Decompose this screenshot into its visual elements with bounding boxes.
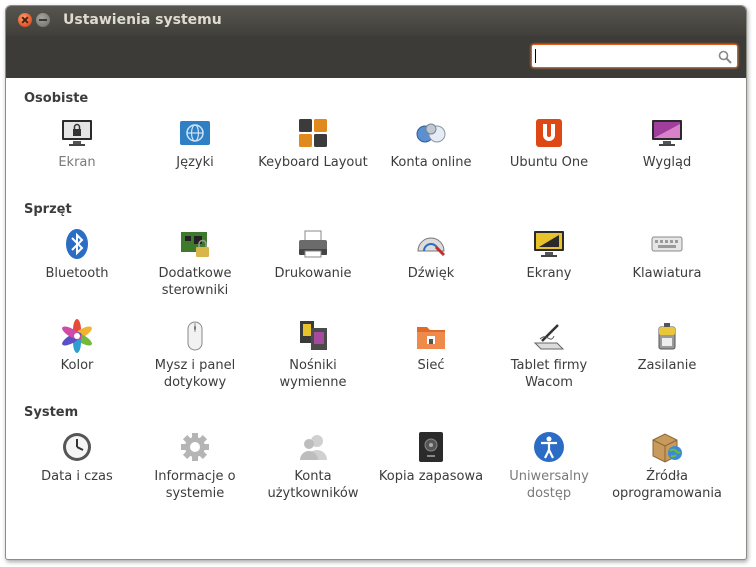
appearance-icon xyxy=(650,116,684,150)
settings-item-label: Bluetooth xyxy=(45,266,109,281)
keyboard-layout-icon xyxy=(296,116,330,150)
minimize-window-button[interactable] xyxy=(36,13,50,27)
window-title: Ustawienia systemu xyxy=(63,12,222,28)
software-sources-icon xyxy=(650,430,684,464)
settings-item-ekrany[interactable]: Ekrany xyxy=(490,227,608,282)
settings-item-label: Wygląd xyxy=(642,155,692,170)
settings-item-label: Nośniki wymienne xyxy=(279,358,347,390)
language-globe-icon xyxy=(178,116,212,150)
printer-icon xyxy=(296,227,330,261)
settings-item-ekran[interactable]: Ekran xyxy=(18,116,136,171)
settings-item-uniwersalny-dostep[interactable]: Uniwersalny dostęp xyxy=(490,430,608,502)
settings-item-label: Konta online xyxy=(390,155,472,170)
settings-item-nosniki[interactable]: Nośniki wymienne xyxy=(254,319,372,391)
settings-item-label: Klawiatura xyxy=(632,266,702,281)
settings-item-label: Drukowanie xyxy=(274,266,352,281)
settings-item-label: Data i czas xyxy=(41,469,113,484)
settings-item-label: Ekran xyxy=(58,155,96,170)
color-icon xyxy=(60,319,94,353)
search-icon xyxy=(718,49,732,64)
settings-item-ubuntu-one[interactable]: Ubuntu One xyxy=(490,116,608,171)
settings-item-label: Uniwersalny dostęp xyxy=(509,469,589,501)
backup-safe-icon xyxy=(414,430,448,464)
settings-item-label: Sieć xyxy=(417,358,445,373)
settings-item-mysz[interactable]: Mysz i panel dotykowy xyxy=(136,319,254,391)
settings-item-bluetooth[interactable]: Bluetooth xyxy=(18,227,136,282)
settings-item-drukowanie[interactable]: Drukowanie xyxy=(254,227,372,282)
settings-item-zasilanie[interactable]: Zasilanie xyxy=(608,319,726,374)
settings-item-label: Keyboard Layout xyxy=(258,155,368,170)
sound-icon xyxy=(414,227,448,261)
accessibility-icon xyxy=(532,430,566,464)
settings-item-label: Ekrany xyxy=(526,266,572,281)
screen-lock-icon xyxy=(60,116,94,150)
settings-item-wyglad[interactable]: Wygląd xyxy=(608,116,726,171)
power-icon xyxy=(650,319,684,353)
wacom-tablet-icon xyxy=(532,319,566,353)
settings-item-label: Mysz i panel dotykowy xyxy=(154,358,236,390)
network-icon xyxy=(414,319,448,353)
text-cursor xyxy=(535,49,536,63)
settings-item-label: Tablet firmy Wacom xyxy=(510,358,588,390)
search-input[interactable] xyxy=(531,44,738,68)
settings-item-siec[interactable]: Sieć xyxy=(372,319,490,374)
settings-item-klawiatura[interactable]: Klawiatura xyxy=(608,227,726,282)
removable-media-icon xyxy=(296,319,330,353)
settings-item-keyboard-layout[interactable]: Keyboard Layout xyxy=(254,116,372,171)
settings-item-label: Informacje o systemie xyxy=(154,469,236,501)
mouse-icon xyxy=(178,319,212,353)
settings-item-label: Źródła oprogramowania xyxy=(612,469,722,501)
settings-item-data-i-czas[interactable]: Data i czas xyxy=(18,430,136,485)
online-accounts-icon xyxy=(414,116,448,150)
settings-item-label: Kolor xyxy=(60,358,94,373)
settings-item-dodatkowe-sterowniki[interactable]: Dodatkowe sterowniki xyxy=(136,227,254,299)
ubuntu-one-icon xyxy=(532,116,566,150)
bluetooth-icon xyxy=(60,227,94,261)
settings-item-kopia-zapasowa[interactable]: Kopia zapasowa xyxy=(372,430,490,485)
section-title-hardware: Sprzęt xyxy=(24,202,72,217)
clock-icon xyxy=(60,430,94,464)
settings-item-zrodla-oprogramowania[interactable]: Źródła oprogramowania xyxy=(608,430,726,502)
displays-icon xyxy=(532,227,566,261)
settings-item-label: Języki xyxy=(176,155,214,170)
title-bar: Ustawienia systemu xyxy=(6,6,746,36)
drivers-board-icon xyxy=(178,227,212,261)
section-title-personal: Osobiste xyxy=(24,91,89,106)
settings-item-label: Dźwięk xyxy=(407,266,455,281)
settings-item-label: Zasilanie xyxy=(637,358,697,373)
settings-item-konta-online[interactable]: Konta online xyxy=(372,116,490,171)
settings-item-konta-uzytkownikow[interactable]: Konta użytkowników xyxy=(254,430,372,502)
gear-icon xyxy=(178,430,212,464)
settings-item-kolor[interactable]: Kolor xyxy=(18,319,136,374)
settings-item-label: Dodatkowe sterowniki xyxy=(158,266,232,298)
close-window-button[interactable] xyxy=(18,13,32,27)
settings-item-label: Kopia zapasowa xyxy=(378,469,484,484)
settings-item-label: Konta użytkowników xyxy=(267,469,359,501)
settings-item-dzwiek[interactable]: Dźwięk xyxy=(372,227,490,282)
users-icon xyxy=(296,430,330,464)
settings-item-wacom[interactable]: Tablet firmy Wacom xyxy=(490,319,608,391)
keyboard-icon xyxy=(650,227,684,261)
section-title-system: System xyxy=(24,405,79,420)
settings-window: Ustawienia systemu Osobiste Sprzęt Syste… xyxy=(5,5,747,560)
settings-item-label: Ubuntu One xyxy=(509,155,589,170)
settings-item-informacje[interactable]: Informacje o systemie xyxy=(136,430,254,502)
settings-item-jezyki[interactable]: Języki xyxy=(136,116,254,171)
